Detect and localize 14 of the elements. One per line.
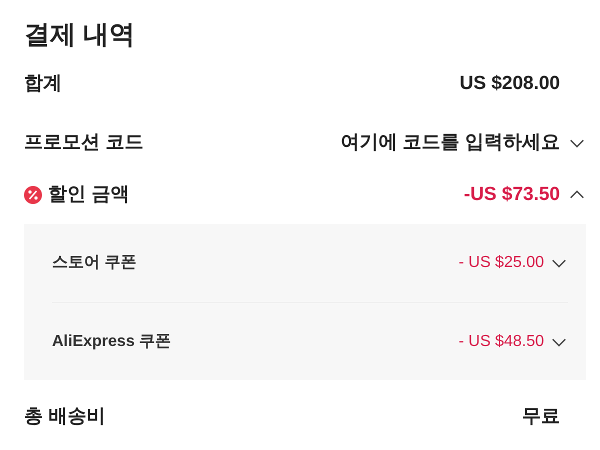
coupon-label: AliExpress 쿠폰 [52, 332, 172, 352]
row-label: 프로모션 코드 [24, 130, 144, 155]
row-label: 총 배송비 [24, 404, 106, 429]
promo-code-field[interactable]: 여기에 코드를 입력하세요 [340, 128, 560, 158]
subtotal-value: US $208.00 [460, 72, 560, 96]
shipping-value: 무료 [522, 404, 560, 429]
coupon-amount: - US $25.00 [458, 253, 544, 273]
row-label: 합계 [24, 72, 62, 96]
discount-badge-icon [24, 186, 42, 204]
section-title: 결제 내역 [24, 18, 136, 51]
coupon-amount: - US $48.50 [458, 332, 544, 352]
coupon-label: 스토어 쿠폰 [52, 253, 136, 273]
discount-total: -US $73.50 [464, 182, 560, 207]
row-label: 할인 금액 [48, 182, 130, 207]
